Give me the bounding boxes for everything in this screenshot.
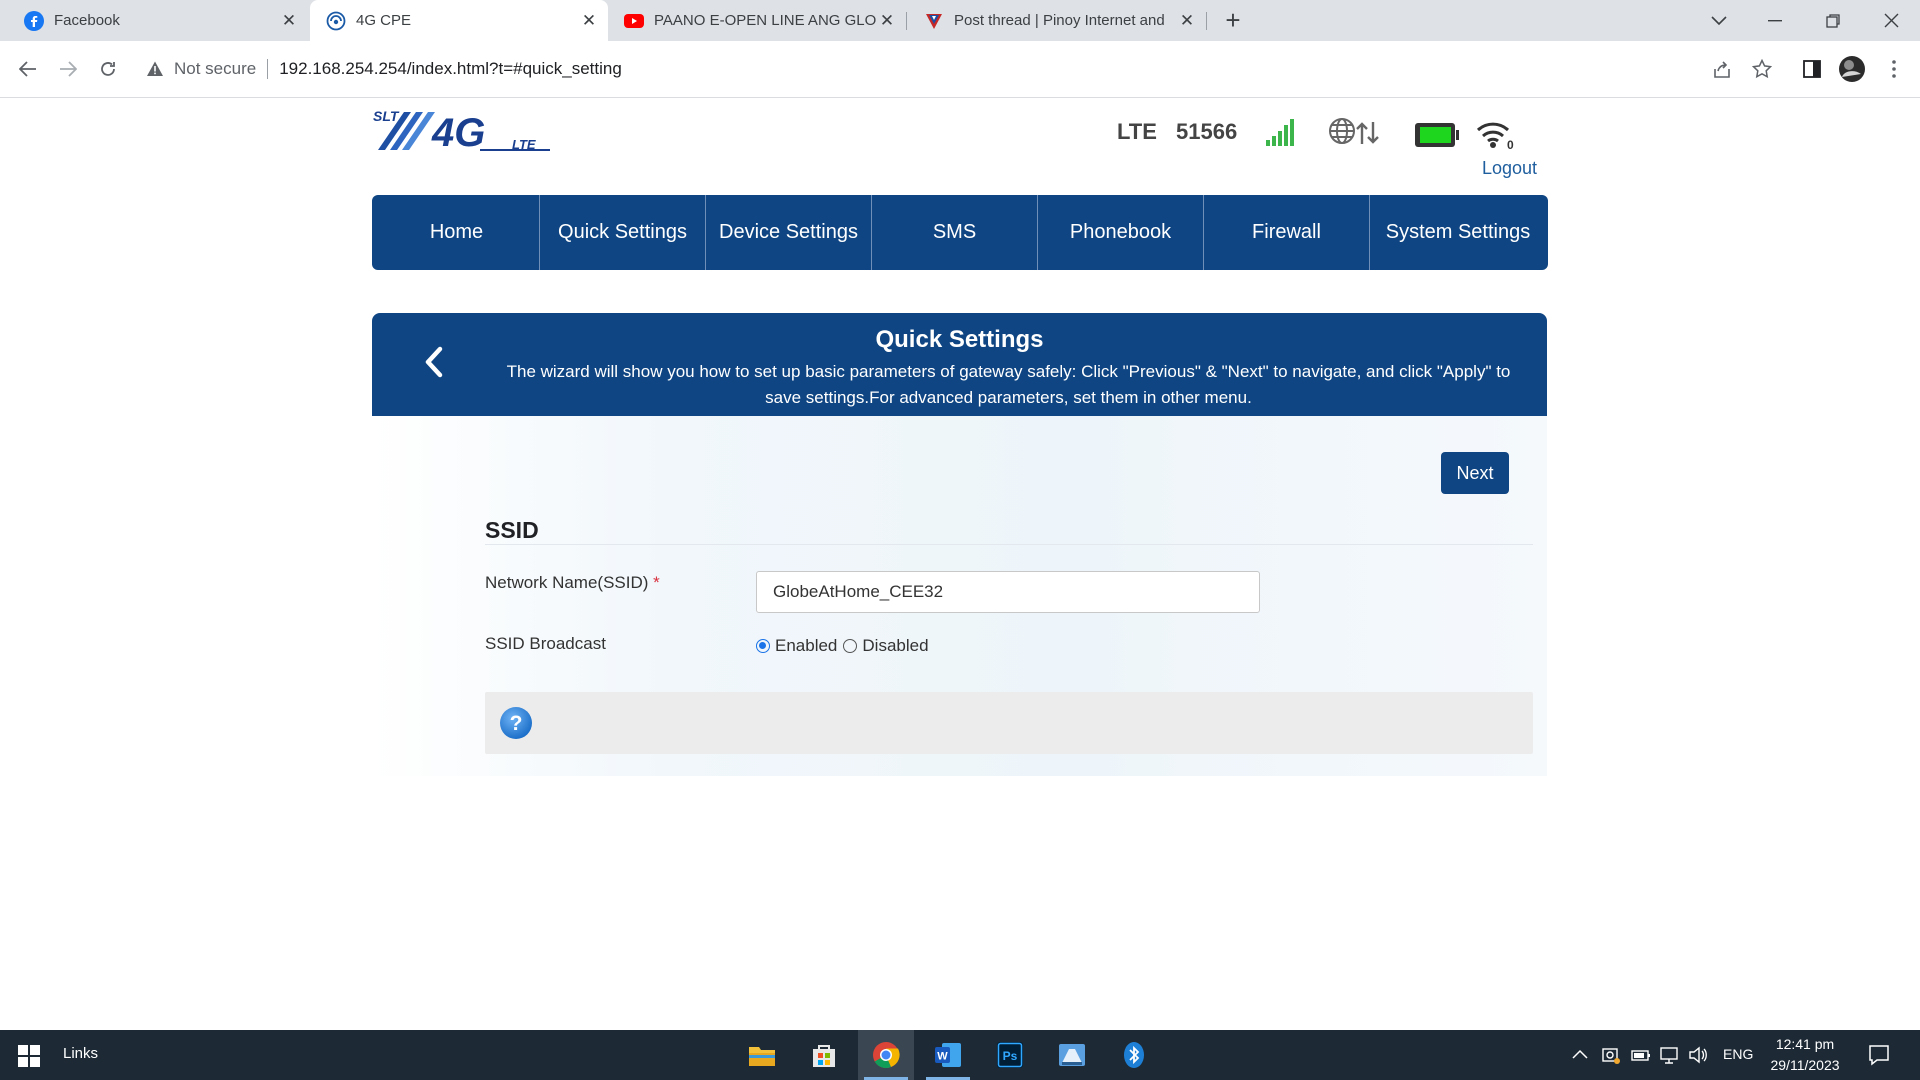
bookmark-star-icon[interactable]: [1748, 55, 1776, 83]
browser-tab-strip: Facebook ✕ 4G CPE ✕ PAANO E-OPEN LINE AN…: [0, 0, 1920, 41]
tab-title: 4G CPE: [356, 12, 412, 29]
new-tab-icon[interactable]: +: [1218, 6, 1248, 36]
tray-battery-icon[interactable]: [1631, 1047, 1651, 1063]
tab-close-icon[interactable]: ✕: [876, 10, 898, 32]
wizard-description: The wizard will show you how to set up b…: [506, 362, 1511, 407]
windows-start-icon[interactable]: [18, 1045, 40, 1067]
microsoft-store-icon[interactable]: [796, 1030, 852, 1080]
tab-youtube[interactable]: PAANO E-OPEN LINE ANG GLOE ✕: [608, 0, 906, 41]
nav-firewall[interactable]: Firewall: [1204, 195, 1370, 270]
network-type-label: LTE: [1117, 119, 1157, 144]
broadcast-enabled-label[interactable]: Enabled: [775, 636, 837, 656]
photoshop-icon[interactable]: Ps: [982, 1030, 1038, 1080]
nav-system-settings[interactable]: System Settings: [1370, 195, 1546, 270]
main-navigation: Home Quick Settings Device Settings SMS …: [372, 195, 1548, 270]
facebook-icon: [24, 10, 44, 31]
quick-settings-header: Quick Settings The wizard will show you …: [372, 313, 1547, 416]
nav-quick-settings[interactable]: Quick Settings: [540, 195, 706, 270]
tab-pinoy-forum[interactable]: Post thread | Pinoy Internet and ✕: [908, 0, 1206, 41]
tab-facebook[interactable]: Facebook ✕: [8, 0, 308, 41]
signal-strength-icon: [1266, 119, 1294, 146]
nav-home[interactable]: Home: [374, 195, 540, 270]
clock-date: 29/11/2023: [1770, 1057, 1840, 1073]
youtube-icon: [624, 13, 644, 28]
side-panel-icon[interactable]: [1798, 55, 1826, 83]
tab-search-chevron-icon[interactable]: [1696, 0, 1742, 41]
profile-avatar[interactable]: [1838, 55, 1866, 83]
tab-title: Facebook: [54, 12, 120, 29]
battery-icon: [1415, 123, 1459, 147]
nav-device-settings[interactable]: Device Settings: [706, 195, 872, 270]
broadcast-enabled-radio[interactable]: [756, 639, 770, 653]
tab-divider: [906, 12, 907, 30]
forum-icon: [926, 13, 942, 29]
tray-volume-icon[interactable]: [1688, 1046, 1708, 1064]
window-close-icon[interactable]: [1868, 0, 1914, 41]
back-arrow-icon[interactable]: [14, 55, 42, 83]
internet-data-icon: [1329, 118, 1379, 144]
tray-network-icon[interactable]: [1660, 1046, 1680, 1064]
broadcast-disabled-radio[interactable]: [843, 639, 858, 653]
svg-text:Ps: Ps: [1003, 1049, 1018, 1063]
ssid-broadcast-options: Enabled Disabled: [756, 636, 929, 656]
ssid-label: Network Name(SSID) *: [485, 573, 660, 593]
minimize-icon[interactable]: [1752, 0, 1798, 41]
tray-security-icon[interactable]: [1601, 1045, 1621, 1065]
tab-divider: [1206, 12, 1207, 30]
scanner-app-icon[interactable]: [1044, 1030, 1100, 1080]
links-toolbar[interactable]: Links: [63, 1045, 98, 1062]
chrome-icon[interactable]: [858, 1030, 914, 1080]
forward-arrow-icon[interactable]: [54, 55, 82, 83]
bluetooth-icon[interactable]: [1106, 1030, 1162, 1080]
windows-taskbar: Links W Ps ENG: [0, 1030, 1920, 1080]
tab-close-icon[interactable]: ✕: [1176, 10, 1198, 32]
menu-kebab-icon[interactable]: [1880, 55, 1908, 83]
omnibox-divider: [267, 59, 269, 79]
restore-icon[interactable]: [1810, 0, 1856, 41]
svg-text:SLT: SLT: [373, 108, 400, 124]
globe-icon: [326, 11, 346, 30]
reload-icon[interactable]: [94, 55, 122, 83]
page-title: Quick Settings: [875, 326, 1044, 353]
file-explorer-icon[interactable]: [734, 1030, 790, 1080]
section-title: SSID: [485, 517, 539, 543]
broadcast-disabled-label[interactable]: Disabled: [862, 636, 928, 656]
logout-link[interactable]: Logout: [1482, 158, 1537, 179]
svg-text:W: W: [937, 1051, 948, 1063]
tab-title: PAANO E-OPEN LINE ANG GLOE: [654, 12, 876, 29]
share-icon[interactable]: [1708, 55, 1736, 83]
network-code-label: 51566: [1176, 119, 1238, 144]
svg-text:?: ?: [510, 712, 523, 735]
tray-language[interactable]: ENG: [1723, 1046, 1753, 1062]
warning-icon[interactable]: [146, 60, 164, 78]
help-question-icon[interactable]: ?: [499, 706, 533, 740]
section-divider: [485, 544, 1533, 545]
ssid-label-text: Network Name(SSID): [485, 573, 649, 592]
4g-lte-logo: SLT 4G LTE: [373, 108, 550, 152]
nav-phonebook[interactable]: Phonebook: [1038, 195, 1204, 270]
wifi-icon: 0: [1476, 122, 1514, 150]
taskbar-clock[interactable]: 12:41 pm 29/11/2023: [1770, 1034, 1840, 1076]
tab-title: Post thread | Pinoy Internet and: [954, 12, 1165, 29]
next-button[interactable]: Next: [1441, 452, 1509, 494]
ssid-broadcast-label: SSID Broadcast: [485, 634, 606, 653]
ssid-input[interactable]: [756, 571, 1260, 613]
url-text[interactable]: 192.168.254.254/index.html?t=#quick_sett…: [279, 59, 622, 79]
address-bar[interactable]: Not secure 192.168.254.254/index.html?t=…: [136, 49, 1694, 89]
clock-time: 12:41 pm: [1775, 1036, 1835, 1052]
tab-close-icon[interactable]: ✕: [578, 10, 600, 32]
security-label[interactable]: Not secure: [174, 59, 256, 79]
svg-text:0: 0: [1507, 138, 1514, 150]
browser-toolbar: Not secure 192.168.254.254/index.html?t=…: [0, 41, 1920, 98]
tab-4g-cpe[interactable]: 4G CPE ✕: [310, 0, 608, 41]
svg-text:4G: 4G: [431, 111, 485, 152]
tab-close-icon[interactable]: ✕: [278, 10, 300, 32]
tray-chevron-up-icon[interactable]: [1572, 1049, 1588, 1059]
help-box: ?: [485, 692, 1533, 754]
required-mark: *: [653, 573, 660, 592]
notification-center-icon[interactable]: [1868, 1044, 1890, 1066]
word-icon[interactable]: W: [920, 1030, 976, 1080]
nav-sms[interactable]: SMS: [872, 195, 1038, 270]
